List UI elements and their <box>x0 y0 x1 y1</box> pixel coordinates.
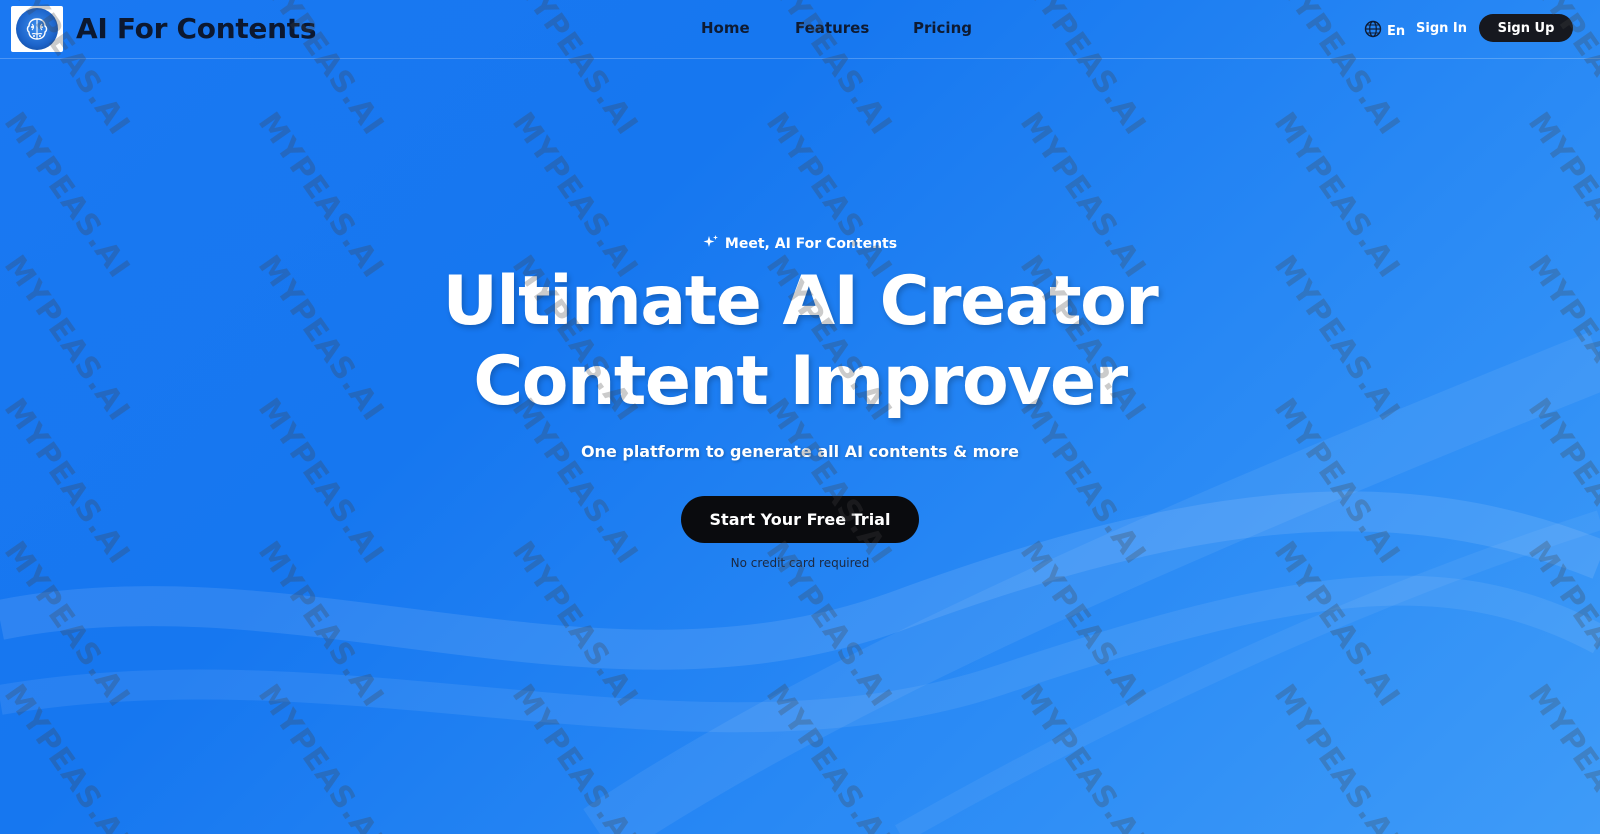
watermark-text: MYPEAS.AI <box>1266 106 1407 285</box>
watermark-text: MYPEAS.AI <box>1012 678 1153 834</box>
sign-up-button[interactable]: Sign Up <box>1479 14 1573 42</box>
brain-icon <box>16 8 58 50</box>
no-credit-card-note: No credit card required <box>730 556 870 570</box>
sparkles-icon <box>703 234 719 254</box>
watermark-text: MYPEAS.AI <box>758 106 899 285</box>
hero-headline-line-1: Ultimate AI Creator <box>442 262 1159 341</box>
watermark-text: MYPEAS.AI <box>0 678 137 834</box>
watermark-text: MYPEAS.AI <box>0 106 137 285</box>
nav-features-link[interactable]: Features <box>795 19 869 37</box>
top-navigation-bar: AI For Contents Home Features Pricing En… <box>0 0 1600 59</box>
language-selector[interactable]: En <box>1364 20 1405 42</box>
hero-headline-line-2: Content Improver <box>473 342 1128 421</box>
start-free-trial-button[interactable]: Start Your Free Trial <box>681 496 919 543</box>
watermark-text: MYPEAS.AI <box>1520 678 1600 834</box>
globe-icon <box>1364 20 1382 42</box>
hero-subheadline: One platform to generate all AI contents… <box>580 442 1020 461</box>
brand-name[interactable]: AI For Contents <box>76 12 317 45</box>
logo[interactable] <box>11 6 63 52</box>
watermark-text: MYPEAS.AI <box>1012 106 1153 285</box>
watermark-text: MYPEAS.AI <box>504 106 645 285</box>
nav-home-link[interactable]: Home <box>701 19 750 37</box>
language-label: En <box>1387 23 1406 39</box>
nav-pricing-link[interactable]: Pricing <box>913 19 972 37</box>
watermark-text: MYPEAS.AI <box>504 678 645 834</box>
watermark-text: MYPEAS.AI <box>250 106 391 285</box>
watermark-text: MYPEAS.AI <box>758 678 899 834</box>
eyebrow-text: Meet, AI For Contents <box>724 236 898 252</box>
watermark-text: MYPEAS.AI <box>1520 106 1600 285</box>
sign-in-link[interactable]: Sign In <box>1416 21 1467 36</box>
hero-eyebrow: Meet, AI For Contents <box>0 234 1600 254</box>
watermark-text: MYPEAS.AI <box>1266 678 1407 834</box>
watermark-text: MYPEAS.AI <box>250 678 391 834</box>
